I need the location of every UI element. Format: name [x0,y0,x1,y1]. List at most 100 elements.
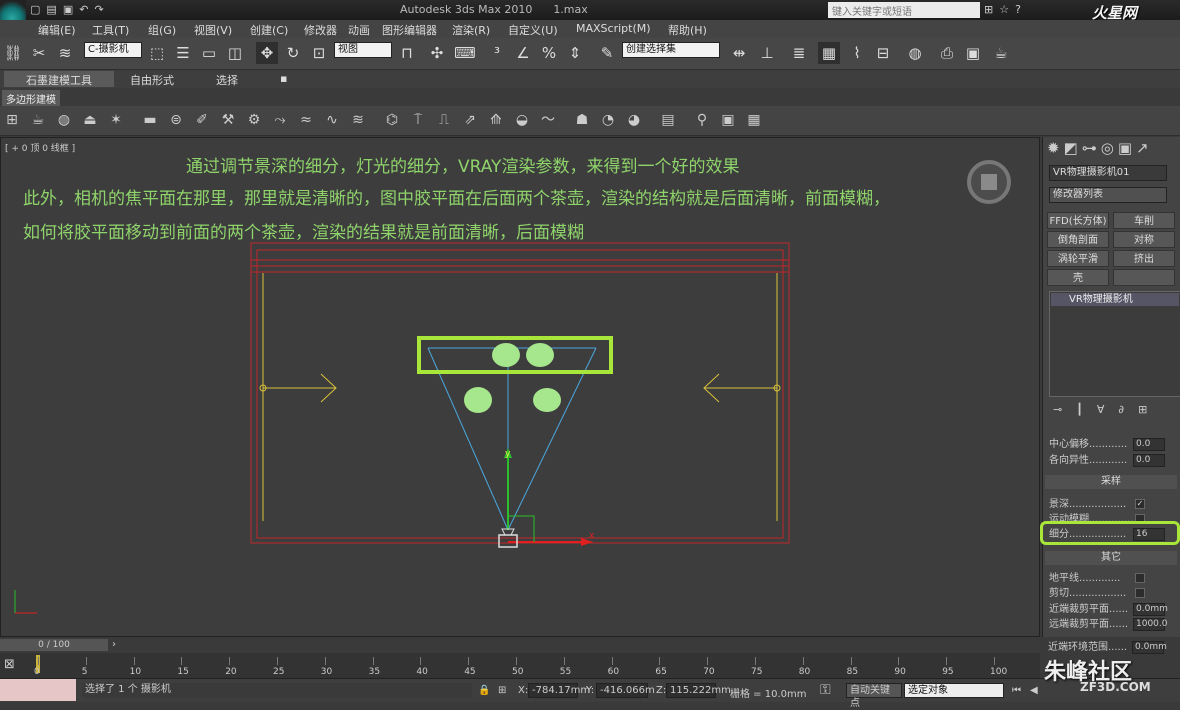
horizon-checkbox[interactable] [1135,573,1145,583]
prev-frame-icon[interactable]: ◀ [1030,685,1038,696]
wrench-icon[interactable]: ⚒ [218,110,238,130]
modifier-empty-button[interactable] [1113,269,1175,286]
modifier-list-dropdown[interactable]: 修改器列表 [1049,187,1167,203]
tab-selection[interactable]: 选择 [210,72,244,88]
viewport-top[interactable]: [ + 0 顶 0 线框 ] 通过调节景深的细分，灯光的细分，VRAY渲染参数，… [0,137,1040,637]
select-object-icon[interactable]: ⬚ [146,42,168,64]
modifier-g-icon[interactable]: 〜 [538,110,558,130]
auto-key-button[interactable]: 自动关键点 [846,683,902,709]
modifier-d-icon[interactable]: ⇗ [460,110,480,130]
snaps-toggle-icon[interactable]: ³ [486,42,508,64]
z-coord-field[interactable]: 115.222mm [666,683,731,698]
binoculars-icon[interactable]: ⊞ [984,3,993,16]
menu-edit[interactable]: 编辑(E) [38,22,76,38]
rendered-frame-icon[interactable]: ▣ [962,42,984,64]
material-editor-icon[interactable]: ◍ [904,42,926,64]
modifier-b-icon[interactable]: ⍑ [408,110,428,130]
mini-curve-editor-icon[interactable]: ⊠ [4,657,15,672]
stack-item-vray-camera[interactable]: VR物理摄影机 [1051,293,1179,306]
tab-freeform[interactable]: 自由形式 [124,72,180,88]
x-coord-field[interactable]: -784.17mm [528,683,590,698]
create-tab-icon[interactable]: ✹ [1047,139,1060,157]
hierarchy-tab-icon[interactable]: ⊶ [1082,139,1097,157]
dof-checkbox[interactable]: ✓ [1135,499,1145,509]
modify-tab-icon[interactable]: ◩ [1064,139,1078,157]
key-icon[interactable]: ⚿ [820,682,831,698]
time-slider[interactable]: 0 / 100 › [0,638,1040,653]
new-file-icon[interactable]: ▢ [30,3,40,16]
help-icon[interactable]: ? [1015,3,1021,16]
rollout-sampling[interactable]: 采样 [1045,475,1177,489]
modifier-a-icon[interactable]: ⌬ [382,110,402,130]
menu-graph-editors[interactable]: 图形编辑器 [382,22,437,38]
named-selection-dropdown[interactable]: 创建选择集 [622,42,720,58]
modifier-e-icon[interactable]: ⟰ [486,110,506,130]
track-bar[interactable]: ⊠ 0 5 10 15 20 25 30 35 40 45 50 55 60 65 70 75 80 85 90 95… [0,653,1040,678]
render-setup-icon[interactable]: ⎙ [936,42,958,64]
time-next-icon[interactable]: › [112,639,116,650]
ribbon-options-icon[interactable]: ▪ [274,72,293,85]
time-slider-thumb[interactable]: 0 / 100 [0,639,108,651]
modifier-f-icon[interactable]: ◒ [512,110,532,130]
menu-animation[interactable]: 动画 [348,22,370,38]
pin-stack-icon[interactable]: ⊸ [1053,403,1062,416]
align-icon[interactable]: ⊥ [756,42,778,64]
pivot-icon[interactable]: ⊓ [396,42,418,64]
teapot-front-left[interactable] [464,387,492,413]
save-icon[interactable]: ▣ [63,3,73,16]
lock-selection-icon[interactable]: 🔒 [478,685,490,696]
tab-polygon-modeling[interactable]: 多边形建模 [2,90,60,107]
schematic-view-icon[interactable]: ⊟ [872,42,894,64]
search-input[interactable]: 键入关键字或短语 [828,2,980,18]
modifier-c-icon[interactable]: ⎍ [434,110,454,130]
y-coord-field[interactable]: -416.066m [596,683,655,698]
go-to-start-icon[interactable]: ⏮ [1012,685,1021,696]
cylinder-icon[interactable]: ⊜ [166,110,186,130]
rotate-icon[interactable]: ↻ [282,42,304,64]
near-env-spinner[interactable]: 0.0mm [1132,641,1167,654]
modifier-ffd-button[interactable]: FFD(长方体) [1047,212,1109,229]
box-icon[interactable]: ⊞ [2,110,22,130]
edit-named-selection-icon[interactable]: ✎ [596,42,618,64]
manipulate-icon[interactable]: ✣ [426,42,448,64]
menu-rendering[interactable]: 渲染(R) [452,22,490,38]
menu-views[interactable]: 视图(V) [194,22,232,38]
bend-icon[interactable]: ⤳ [270,110,290,130]
modifier-n-icon[interactable]: ▦ [744,110,764,130]
tab-graphite-modeling[interactable]: 石墨建模工具 [4,71,114,87]
selection-filter-dropdown[interactable]: C-摄影机 [84,42,142,58]
menu-group[interactable]: 组(G) [148,22,176,38]
modifier-i-icon[interactable]: ◔ [598,110,618,130]
rect-selection-icon[interactable]: ▭ [198,42,220,64]
maxscript-listener[interactable] [0,679,76,701]
angle-snap-icon[interactable]: ∠ [512,42,534,64]
make-unique-icon[interactable]: ∀ [1097,403,1105,416]
modifier-extrude-button[interactable]: 挤出 [1113,250,1175,267]
modifier-l-icon[interactable]: ⚲ [692,110,712,130]
gear-icon[interactable]: ⚙ [244,110,264,130]
modifier-j-icon[interactable]: ◕ [624,110,644,130]
teapot-front-right[interactable] [533,388,561,412]
open-file-icon[interactable]: ▤ [46,3,56,16]
modifier-bevel-profile-button[interactable]: 倒角剖面 [1047,231,1109,248]
brush-icon[interactable]: ✐ [192,110,212,130]
modifier-stack[interactable]: VR物理摄影机 [1049,291,1180,397]
curve-editor-icon[interactable]: ⌇ [846,42,868,64]
percent-snap-icon[interactable]: % [538,42,560,64]
undo-icon[interactable]: ↶ [79,3,88,16]
modifier-shell-button[interactable]: 壳 [1047,269,1109,286]
rollout-misc[interactable]: 其它 [1045,551,1177,565]
modifier-symmetry-button[interactable]: 对称 [1113,231,1175,248]
scale-icon[interactable]: ⊡ [308,42,330,64]
far-clip-spinner[interactable]: 1000.0 [1133,618,1168,631]
show-end-result-icon[interactable]: ┃ [1076,403,1083,416]
star-icon[interactable]: ☆ [999,3,1009,16]
mirror-icon[interactable]: ⇹ [728,42,750,64]
modifier-lathe-button[interactable]: 车削 [1113,212,1175,229]
display-tab-icon[interactable]: ▣ [1118,139,1132,157]
star-shape-icon[interactable]: ✶ [106,110,126,130]
modifier-k-icon[interactable]: ▤ [658,110,678,130]
modifier-h-icon[interactable]: ☗ [572,110,592,130]
near-clip-spinner[interactable]: 0.0mm [1133,603,1168,616]
configure-sets-icon[interactable]: ⊞ [1138,403,1147,416]
